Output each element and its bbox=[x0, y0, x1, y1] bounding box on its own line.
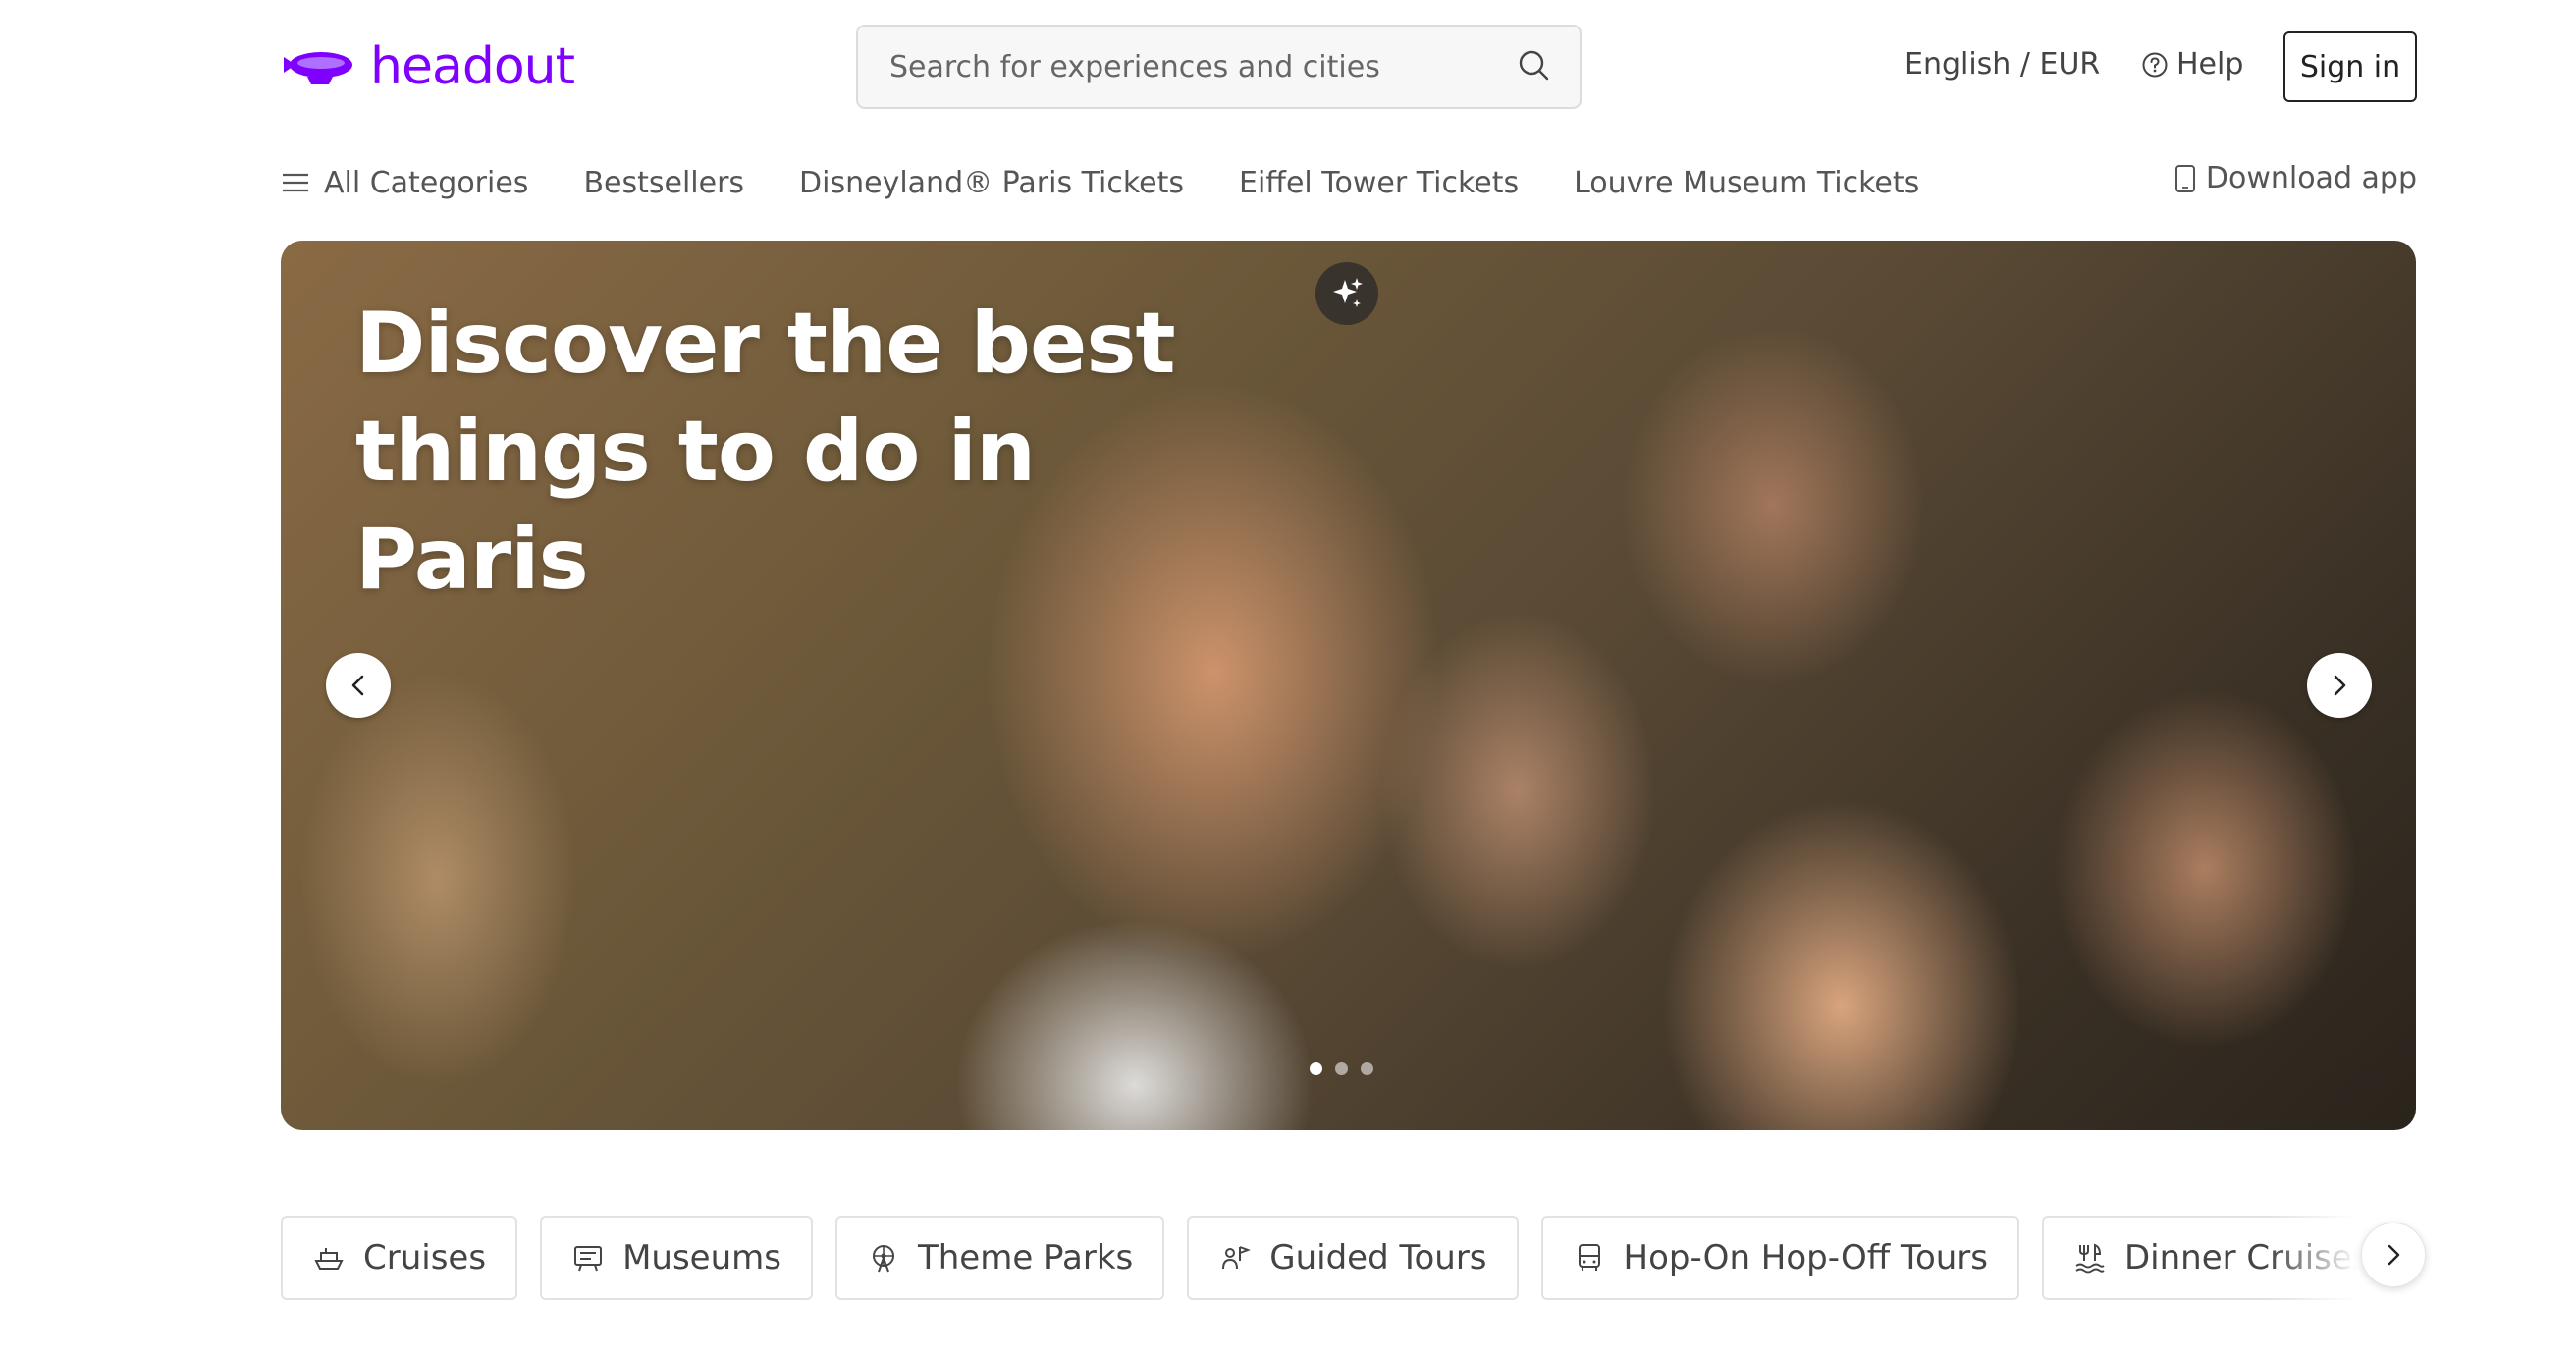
menu-icon bbox=[283, 173, 308, 192]
chip-hop-on-hop-off-tours[interactable]: Hop-On Hop-Off Tours bbox=[1540, 1216, 2019, 1300]
help-label: Help bbox=[2176, 47, 2244, 82]
hero-carousel[interactable]: Discover the best things to do in Paris bbox=[281, 241, 2416, 1130]
chip-label: Hop-On Hop-Off Tours bbox=[1623, 1238, 1988, 1277]
chevron-left-icon bbox=[351, 675, 364, 696]
sparkle-badge[interactable] bbox=[1315, 262, 1378, 325]
carousel-dot-1[interactable] bbox=[1310, 1062, 1322, 1075]
category-nav: All Categories Bestsellers Disneyland® P… bbox=[281, 161, 1974, 204]
airship-logo-icon bbox=[284, 52, 352, 84]
download-app-label: Download app bbox=[2205, 161, 2417, 195]
download-app-link[interactable]: Download app bbox=[2174, 161, 2417, 195]
chips-scroll-next-button[interactable] bbox=[2361, 1223, 2426, 1287]
dining-icon bbox=[2075, 1243, 2105, 1274]
ferris-wheel-icon bbox=[872, 1245, 894, 1273]
museum-icon bbox=[574, 1246, 603, 1272]
chevron-right-icon bbox=[2388, 1244, 2400, 1266]
chip-label: Theme Parks bbox=[917, 1238, 1134, 1277]
chip-theme-parks[interactable]: Theme Parks bbox=[834, 1216, 1165, 1300]
search-icon[interactable] bbox=[1517, 48, 1550, 86]
help-link[interactable]: Help bbox=[2141, 47, 2243, 82]
category-chips: Cruises Museums Theme Parks Guided Tours… bbox=[281, 1216, 2416, 1300]
chip-museums[interactable]: Museums bbox=[540, 1216, 813, 1300]
cruise-icon bbox=[314, 1248, 344, 1270]
chevron-right-icon bbox=[2334, 675, 2346, 696]
sign-in-button[interactable]: Sign in bbox=[2283, 31, 2417, 102]
nav-disneyland-paris-tickets[interactable]: Disneyland® Paris Tickets bbox=[799, 166, 1184, 200]
sparkle-icon bbox=[1333, 278, 1363, 307]
search-bar[interactable] bbox=[856, 25, 1582, 109]
nav-label: All Categories bbox=[324, 165, 529, 200]
logo-text: headout bbox=[370, 37, 575, 96]
carousel-dot-2[interactable] bbox=[1335, 1062, 1348, 1075]
carousel-dot-3[interactable] bbox=[1361, 1062, 1373, 1075]
carousel-next-button[interactable] bbox=[2307, 653, 2372, 718]
nav-all-categories[interactable]: All Categories bbox=[281, 166, 528, 200]
question-circle-icon bbox=[2142, 52, 2168, 77]
language-currency-selector[interactable]: English / EUR bbox=[1905, 47, 2100, 82]
hero-title: Discover the best things to do in Paris bbox=[355, 295, 1176, 609]
nav-bestsellers[interactable]: Bestsellers bbox=[583, 166, 744, 200]
chip-label: Museums bbox=[622, 1238, 781, 1277]
carousel-dots bbox=[1310, 1062, 1373, 1075]
chip-label: Guided Tours bbox=[1269, 1238, 1487, 1277]
chip-cruises[interactable]: Cruises bbox=[281, 1216, 518, 1300]
bus-icon bbox=[1578, 1244, 1600, 1271]
carousel-prev-button[interactable] bbox=[326, 653, 391, 718]
nav-eiffel-tower-tickets[interactable]: Eiffel Tower Tickets bbox=[1239, 166, 1519, 200]
chip-label: Cruises bbox=[363, 1238, 487, 1277]
headout-logo[interactable]: headout bbox=[278, 33, 575, 100]
guide-icon bbox=[1222, 1246, 1252, 1270]
search-input[interactable] bbox=[887, 37, 1517, 96]
phone-icon bbox=[2174, 164, 2195, 192]
nav-louvre-museum-tickets[interactable]: Louvre Museum Tickets bbox=[1574, 166, 1919, 200]
chip-guided-tours[interactable]: Guided Tours bbox=[1187, 1216, 1519, 1300]
